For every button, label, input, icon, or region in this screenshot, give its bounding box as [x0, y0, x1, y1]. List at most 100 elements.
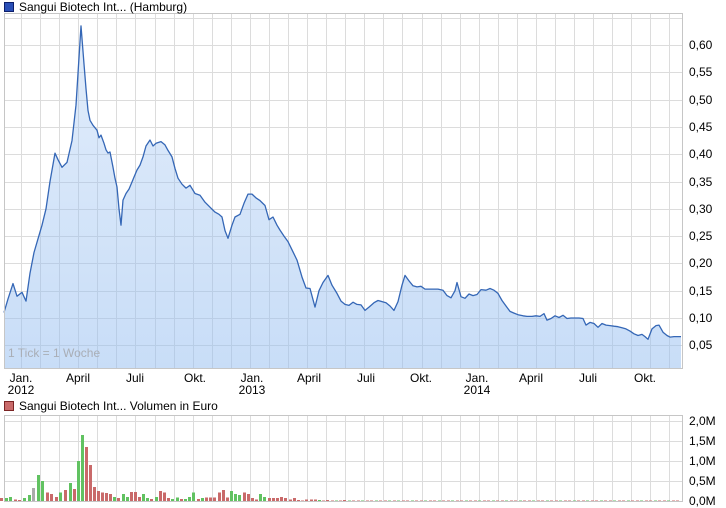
- volume-bar: [46, 492, 49, 501]
- price-y-tick-label: 0,45: [689, 120, 713, 134]
- x-tick-year-label: 2014: [463, 383, 491, 397]
- price-series-marker-icon: [4, 2, 14, 12]
- volume-bar: [247, 493, 250, 501]
- price-y-tick-label: 0,10: [689, 311, 713, 325]
- volume-bar: [293, 498, 296, 501]
- volume-bar: [142, 493, 145, 501]
- volume-bar: [297, 500, 300, 501]
- volume-bar: [310, 499, 313, 501]
- volume-bar: [314, 499, 317, 501]
- volume-bar: [209, 497, 212, 501]
- volume-bar: [109, 494, 112, 501]
- volume-bar: [155, 497, 158, 501]
- x-tick-month-label: April: [296, 371, 321, 385]
- volume-bar: [97, 491, 100, 501]
- volume-bar: [180, 499, 183, 501]
- volume-bar: [276, 497, 279, 501]
- volume-bar: [93, 487, 96, 501]
- volume-bar: [105, 493, 108, 501]
- volume-bar: [318, 500, 321, 501]
- volume-bar: [192, 492, 195, 501]
- volume-bar: [197, 499, 200, 501]
- volume-bar: [234, 493, 237, 501]
- volume-bar: [73, 489, 76, 501]
- price-series-title: Sangui Biotech Int... (Hamburg): [19, 0, 188, 14]
- volume-bar: [122, 494, 125, 501]
- volume-bar: [55, 497, 58, 501]
- volume-bar: [280, 497, 283, 501]
- x-tick-month-label: April: [518, 371, 543, 385]
- volume-bar: [81, 435, 84, 501]
- volume-y-tick-label: 0,5M: [689, 474, 716, 488]
- volume-bar: [5, 498, 8, 501]
- volume-bar: [184, 499, 187, 501]
- volume-bar: [213, 497, 216, 501]
- volume-bar: [150, 499, 153, 501]
- price-y-tick-label: 0,15: [689, 284, 713, 298]
- price-legend: Sangui Biotech Int... (Hamburg): [4, 1, 187, 13]
- volume-bar: [89, 465, 92, 501]
- volume-bar: [259, 494, 262, 501]
- price-y-tick-label: 0,05: [689, 338, 713, 352]
- volume-bar: [41, 481, 44, 501]
- volume-bar: [326, 500, 329, 501]
- volume-bar: [188, 497, 191, 501]
- volume-bar: [171, 499, 174, 501]
- price-y-tick-label: 0,35: [689, 175, 713, 189]
- volume-series-title: Sangui Biotech Int... Volumen in Euro: [19, 399, 218, 413]
- volume-bar: [305, 499, 308, 501]
- volume-bar: [272, 497, 275, 501]
- volume-bar: [126, 497, 129, 501]
- volume-bar: [218, 492, 221, 501]
- volume-bar: [85, 447, 88, 501]
- volume-bar: [284, 498, 287, 501]
- volume-bar: [146, 498, 149, 501]
- volume-series-marker-icon: [4, 401, 14, 411]
- volume-bar: [32, 488, 35, 501]
- volume-legend: Sangui Biotech Int... Volumen in Euro: [4, 400, 218, 412]
- volume-bar: [289, 499, 292, 501]
- price-y-tick-label: 0,20: [689, 256, 713, 270]
- volume-bar: [134, 491, 137, 501]
- tick-interval-annotation: 1 Tick = 1 Woche: [8, 346, 101, 360]
- volume-bar: [159, 491, 162, 501]
- volume-bar: [130, 492, 133, 501]
- volume-bar: [255, 499, 258, 501]
- volume-bar: [230, 491, 233, 501]
- price-area-fill: [4, 25, 681, 369]
- volume-bar: [37, 475, 40, 501]
- volume-bar: [205, 497, 208, 501]
- stock-chart-canvas: [0, 13, 683, 502]
- volume-bar: [59, 492, 62, 501]
- x-tick-month-label: Okt.: [409, 371, 432, 385]
- volume-bar: [167, 498, 170, 501]
- volume-bar: [69, 483, 72, 501]
- price-y-tick-label: 0,60: [689, 38, 713, 52]
- x-tick-month-label: Okt.: [633, 371, 656, 385]
- volume-bar: [251, 498, 254, 501]
- volume-bar: [14, 499, 17, 501]
- price-y-tick-label: 0,50: [689, 93, 713, 107]
- volume-y-tick-label: 1,5M: [689, 434, 716, 448]
- volume-bar: [226, 497, 229, 501]
- volume-bar: [176, 497, 179, 501]
- price-y-tick-label: 0,40: [689, 147, 713, 161]
- volume-bar: [117, 498, 120, 501]
- volume-bar: [113, 497, 116, 501]
- volume-bar: [77, 461, 80, 501]
- x-tick-month-label: Juli: [578, 371, 597, 385]
- x-tick-year-label: 2013: [238, 383, 266, 397]
- x-tick-year-label: 2012: [7, 383, 35, 397]
- volume-bar: [201, 498, 204, 501]
- volume-bar: [238, 495, 241, 501]
- volume-y-tick-label: 1,0M: [689, 454, 716, 468]
- volume-bar: [343, 499, 346, 501]
- x-tick-month-label: Okt.: [183, 371, 206, 385]
- price-y-tick-label: 0,25: [689, 229, 713, 243]
- x-tick-month-label: Juli: [356, 371, 375, 385]
- volume-bar: [243, 492, 246, 501]
- x-tick-month-label: Juli: [125, 371, 144, 385]
- volume-bar: [0, 497, 3, 501]
- volume-bar: [18, 500, 21, 501]
- volume-panel-border: [4, 415, 683, 502]
